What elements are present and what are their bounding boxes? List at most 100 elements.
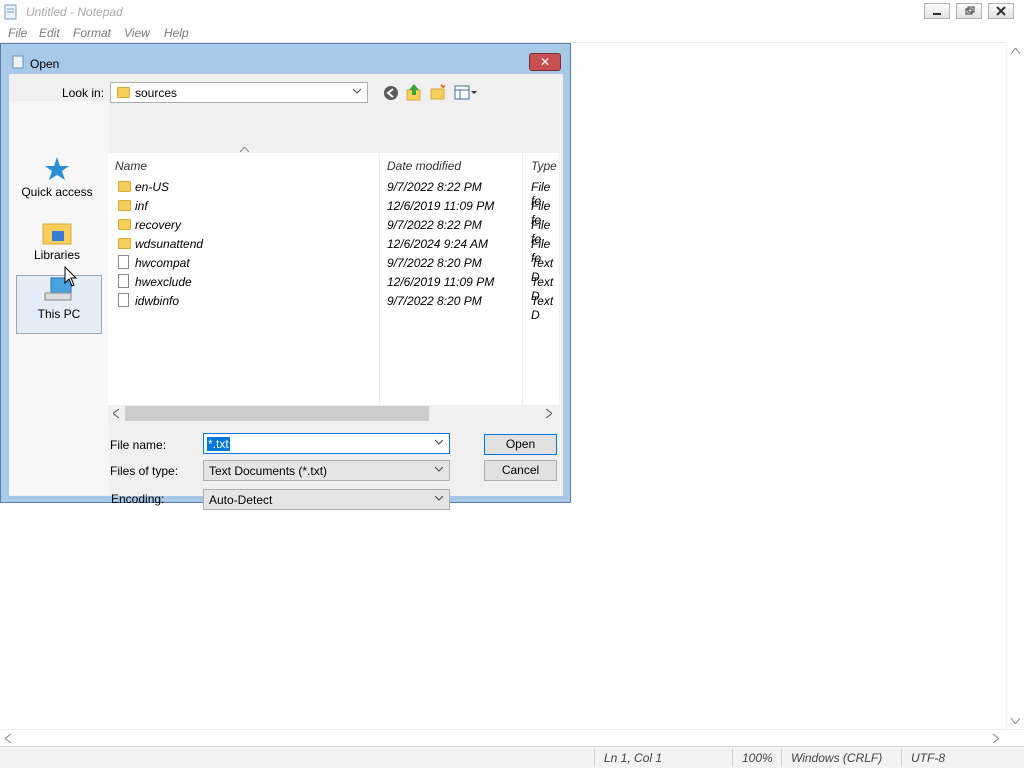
status-divider (594, 749, 595, 767)
restore-button[interactable] (956, 3, 982, 19)
column-date-header[interactable]: Date modified (387, 159, 461, 173)
chevron-down-icon (435, 495, 443, 501)
file-name: en-US (135, 180, 170, 194)
close-window-button[interactable] (988, 3, 1014, 19)
file-date: 12/6/2019 11:09 PM (387, 275, 495, 289)
file-name: idwbinfo (135, 294, 180, 308)
look-in-label: Look in: (62, 86, 105, 100)
column-type-header[interactable]: Type (531, 159, 557, 173)
files-of-type-value: Text Documents (*.txt) (209, 464, 328, 478)
file-name: inf (135, 199, 148, 213)
dialog-body: Look in: sources Quick access Libraries … (9, 74, 563, 510)
libraries-icon (42, 223, 72, 245)
file-list-horizontal-scrollbar[interactable] (108, 405, 559, 422)
file-name: wdsunattend (135, 237, 204, 251)
up-folder-icon[interactable] (406, 83, 422, 101)
status-divider (732, 749, 733, 767)
encoding-label: Encoding: (111, 492, 165, 506)
status-divider (781, 749, 782, 767)
scroll-left-arrow-icon[interactable] (5, 734, 11, 743)
menu-edit[interactable]: Edit (39, 26, 60, 40)
menu-file[interactable]: File (8, 26, 27, 40)
file-row[interactable]: recovery 9/7/2022 8:22 PM File fo (108, 215, 559, 246)
open-button[interactable]: Open (484, 434, 557, 455)
back-icon[interactable] (383, 85, 399, 101)
scrollbar-thumb[interactable] (125, 406, 429, 421)
place-label: Quick access (21, 185, 93, 199)
file-name: hwcompat (135, 256, 190, 270)
file-name: recovery (135, 218, 182, 232)
look-in-value: sources (135, 86, 178, 100)
new-folder-icon[interactable] (430, 84, 446, 100)
dialog-close-button[interactable]: ✕ (529, 53, 561, 71)
cancel-button[interactable]: Cancel (484, 460, 557, 481)
file-row[interactable]: inf 12/6/2019 11:09 PM File fo (108, 196, 559, 227)
menu-view[interactable]: View (124, 26, 150, 40)
text-file-icon (118, 255, 129, 269)
file-name-combo[interactable]: *.txt (203, 433, 450, 454)
mouse-cursor-icon (64, 266, 78, 287)
file-date: 9/7/2022 8:22 PM (387, 218, 482, 232)
scroll-down-arrow-icon[interactable] (1011, 718, 1020, 724)
file-row[interactable]: hwcompat 9/7/2022 8:20 PM Text D (108, 253, 559, 284)
text-file-icon (118, 293, 129, 307)
status-bar: Ln 1, Col 1 100% Windows (CRLF) UTF-8 (0, 746, 1024, 768)
file-row[interactable]: hwexclude 12/6/2019 11:09 PM Text D (108, 272, 559, 303)
place-label: Libraries (33, 248, 81, 262)
place-label: This PC (37, 307, 81, 321)
folder-icon (117, 87, 130, 98)
encoding-combo[interactable]: Auto-Detect (203, 489, 450, 510)
files-of-type-combo[interactable]: Text Documents (*.txt) (203, 460, 450, 481)
chevron-down-icon (435, 466, 443, 472)
file-row[interactable]: wdsunattend 12/6/2024 9:24 AM File fo (108, 234, 559, 265)
editor-vertical-scrollbar[interactable] (1006, 42, 1024, 730)
open-dialog: Open ✕ Look in: sources Quick access Lib… (0, 43, 571, 510)
files-of-type-label: Files of type: (110, 464, 179, 478)
file-name-value: *.txt (207, 437, 230, 451)
look-in-combo[interactable]: sources (110, 82, 368, 103)
status-zoom: 100% (742, 751, 773, 765)
folder-icon (118, 219, 131, 230)
scroll-right-arrow-icon[interactable] (993, 734, 999, 743)
place-libraries[interactable]: Libraries (15, 219, 99, 262)
scroll-right-arrow-icon[interactable] (546, 409, 552, 418)
file-date: 12/6/2024 9:24 AM (387, 237, 488, 251)
file-date: 9/7/2022 8:20 PM (387, 256, 482, 270)
file-date: 9/7/2022 8:22 PM (387, 180, 482, 194)
scroll-left-arrow-icon[interactable] (113, 409, 119, 418)
column-name-header[interactable]: Name (115, 159, 147, 173)
status-line-ending: Windows (CRLF) (791, 751, 883, 765)
status-position: Ln 1, Col 1 (604, 751, 663, 765)
menu-format[interactable]: Format (73, 26, 111, 40)
chevron-down-icon[interactable] (435, 438, 443, 446)
notepad-icon (4, 4, 18, 20)
minimize-button[interactable] (924, 3, 950, 19)
notepad-icon (12, 55, 24, 72)
sort-arrow-icon (240, 147, 249, 152)
file-type: Text D (531, 294, 554, 322)
status-divider (901, 749, 902, 767)
file-row[interactable]: en-US 9/7/2022 8:22 PM File fo (108, 177, 559, 208)
scroll-up-arrow-icon[interactable] (1011, 48, 1020, 54)
file-name-label: File name: (110, 438, 167, 452)
status-encoding: UTF-8 (911, 751, 945, 765)
notepad-title: Untitled - Notepad (26, 5, 123, 19)
chevron-down-icon (353, 88, 361, 94)
file-date: 9/7/2022 8:20 PM (387, 294, 482, 308)
file-row[interactable]: idwbinfo 9/7/2022 8:20 PM Text D (108, 291, 559, 322)
file-list[interactable]: Name Date modified Type en-US 9/7/2022 8:… (108, 147, 559, 422)
folder-icon (118, 238, 131, 249)
place-quick-access[interactable]: Quick access (15, 156, 99, 199)
star-icon (45, 157, 69, 180)
place-this-pc[interactable]: This PC (16, 275, 102, 334)
notepad-title-bar: Untitled - Notepad (0, 0, 1024, 24)
folder-icon (118, 181, 131, 192)
dialog-title: Open (30, 57, 60, 71)
places-bar: Quick access Libraries This PC (9, 101, 109, 495)
editor-horizontal-scrollbar[interactable] (0, 729, 1024, 747)
file-name: hwexclude (135, 275, 192, 289)
text-file-icon (118, 274, 129, 288)
view-menu-icon[interactable] (454, 85, 478, 101)
file-date: 12/6/2019 11:09 PM (387, 199, 495, 213)
menu-help[interactable]: Help (164, 26, 189, 40)
